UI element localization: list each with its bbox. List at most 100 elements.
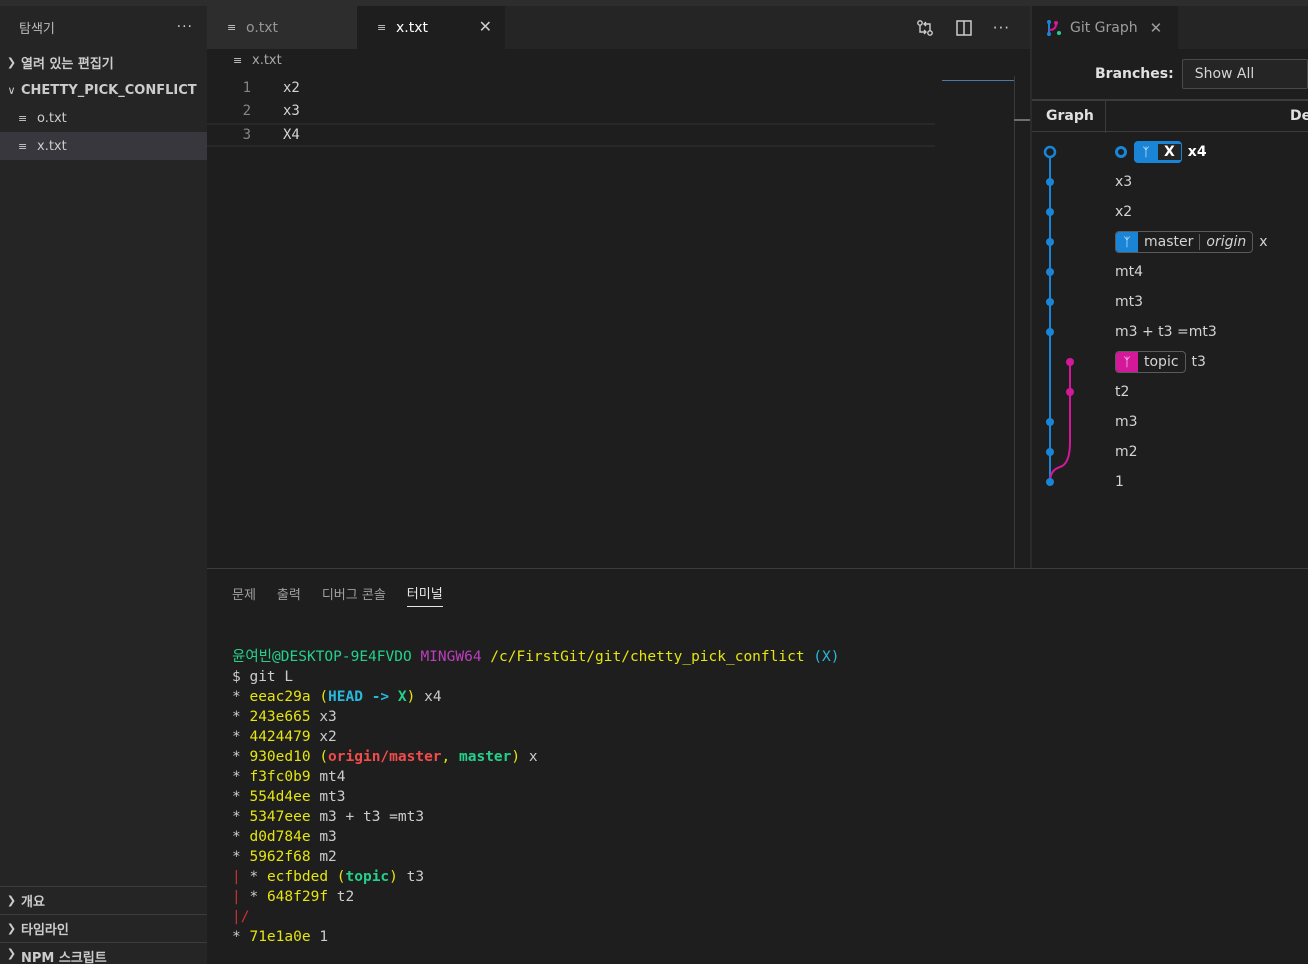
- editor-tab-bar: ≡ o.txt ≡ x.txt ✕ ···: [207, 6, 1030, 49]
- graph-prefix: *: [232, 769, 241, 785]
- chevron-right-icon: ❯: [6, 947, 17, 960]
- text-file-icon: ≡: [18, 139, 28, 153]
- scrollbar-cursor-marker: [1014, 119, 1030, 121]
- commit-node: [1046, 268, 1054, 276]
- commit-row[interactable]: m3: [1115, 407, 1138, 437]
- panel-tab-bar: 문제 출력 디버그 콘솔 터미널: [207, 569, 1308, 617]
- line-number: 2: [242, 103, 251, 120]
- more-actions-icon[interactable]: ···: [177, 19, 193, 35]
- commit-message: x4: [1187, 144, 1207, 160]
- commit-message: 1: [1115, 474, 1124, 490]
- timeline-section[interactable]: ❯ 타임라인: [0, 914, 207, 942]
- commit-row[interactable]: mt3: [1115, 287, 1143, 317]
- tab-o-txt[interactable]: ≡ o.txt: [207, 6, 357, 49]
- graph-prefix: *: [232, 929, 241, 945]
- commit-hash: eeac29a: [249, 689, 311, 705]
- bottom-panel: 문제 출력 디버그 콘솔 터미널 윤여빈@DESKTOP-9E4FVDO MIN…: [207, 568, 1308, 964]
- file-item-o-txt[interactable]: ≡ o.txt: [0, 104, 207, 132]
- git-log-line: * 554d4ee mt3: [232, 787, 840, 807]
- git-log-line: |/: [232, 907, 840, 927]
- code-editor[interactable]: 1 x2 2 x3 3 X4: [207, 76, 937, 147]
- head-indicator-icon: [1115, 146, 1127, 158]
- tab-x-txt[interactable]: ≡ x.txt ✕: [357, 6, 505, 49]
- commit-row[interactable]: mt4: [1115, 257, 1143, 287]
- commit-hash: 648f29f: [266, 889, 329, 905]
- breadcrumb[interactable]: ≡ x.txt: [233, 53, 282, 68]
- minimap[interactable]: [942, 80, 1014, 81]
- commit-graph: [1043, 145, 1074, 486]
- tab-output[interactable]: 출력: [277, 580, 301, 607]
- commit-row[interactable]: x2: [1115, 197, 1132, 227]
- graph-prefix: *: [232, 849, 241, 865]
- npm-scripts-section[interactable]: ❯ NPM 스크립트: [0, 942, 207, 964]
- commit-row[interactable]: ᛉ topic t3: [1115, 347, 1206, 377]
- git-log-line: | * 648f29f t2: [232, 887, 840, 907]
- commit-row[interactable]: ᛉ X x4: [1115, 137, 1207, 167]
- commit-row[interactable]: x3: [1115, 167, 1132, 197]
- graph-prefix: *: [232, 729, 241, 745]
- line-text: x2: [283, 79, 300, 96]
- git-log-line: * 4424479 x2: [232, 727, 840, 747]
- commit-hash: 243e665: [249, 709, 311, 725]
- commit-hash: f3fc0b9: [249, 769, 311, 785]
- git-log-line: | * ecfbded (topic) t3: [232, 867, 840, 887]
- git-log-line: * 5347eee m3 + t3 =mt3: [232, 807, 840, 827]
- line-number: 3: [242, 126, 251, 143]
- file-item-x-txt[interactable]: ≡ x.txt: [0, 132, 207, 160]
- commit-node: [1046, 298, 1054, 306]
- commit-row[interactable]: m2: [1115, 437, 1138, 467]
- tab-debug-console[interactable]: 디버그 콘솔: [322, 580, 386, 607]
- close-icon[interactable]: ✕: [479, 17, 492, 36]
- commit-hash: 4424479: [249, 729, 311, 745]
- graph-prefix: *: [232, 689, 241, 705]
- graph-prefix: |/: [232, 909, 250, 925]
- split-editor-icon[interactable]: [955, 19, 973, 37]
- compare-changes-icon[interactable]: [915, 18, 935, 38]
- commit-node: [1046, 328, 1054, 336]
- chevron-right-icon: ❯: [6, 922, 17, 935]
- npm-scripts-label: NPM 스크립트: [21, 951, 107, 964]
- code-line-current: 3 X4: [207, 123, 935, 147]
- tab-problems[interactable]: 문제: [232, 580, 256, 607]
- commit-node: [1046, 208, 1054, 216]
- commit-subject: mt4: [319, 769, 346, 785]
- prompt-path: /c/FirstGit/git/chetty_pick_conflict: [490, 649, 805, 665]
- commit-node: [1046, 448, 1054, 456]
- chevron-down-icon: ∨: [7, 83, 16, 97]
- commit-row[interactable]: m3 + t3 =mt3: [1115, 317, 1217, 347]
- line-text: X4: [283, 126, 300, 143]
- commit-row[interactable]: 1: [1115, 467, 1124, 497]
- prompt-user: 윤여빈@DESKTOP-9E4FVDO: [232, 649, 412, 665]
- open-editors-section[interactable]: ❯ 열려 있는 편집기: [0, 48, 207, 76]
- topic-branch-ref[interactable]: ᛉ topic: [1115, 351, 1186, 373]
- more-actions-icon[interactable]: ···: [993, 19, 1010, 37]
- file-name: x.txt: [37, 138, 67, 154]
- graph-prefix: *: [232, 749, 241, 765]
- commit-row[interactable]: ᛉ master origin x: [1115, 227, 1268, 257]
- tab-terminal[interactable]: 터미널: [406, 579, 443, 607]
- text-file-icon: ≡: [233, 54, 243, 67]
- head-branch-ref[interactable]: ᛉ X: [1134, 141, 1182, 163]
- git-log-line: * f3fc0b9 mt4: [232, 767, 840, 787]
- commit-refs: (origin/master, master): [319, 749, 521, 765]
- graph-prefix: | *: [232, 869, 259, 885]
- commit-subject: m2: [319, 849, 337, 865]
- commit-hash: 930ed10: [249, 749, 311, 765]
- terminal-output[interactable]: 윤여빈@DESKTOP-9E4FVDO MINGW64 /c/FirstGit/…: [232, 647, 840, 947]
- outline-section[interactable]: ❯ 개요: [0, 886, 207, 914]
- project-folder-section[interactable]: ∨ CHETTY_PICK_CONFLICT: [0, 76, 207, 104]
- prompt-branch: (X): [813, 649, 840, 665]
- commit-hash: ecfbded: [266, 869, 329, 885]
- commit-hash: 71e1a0e: [249, 929, 311, 945]
- graph-prefix: *: [232, 829, 241, 845]
- chevron-right-icon: ❯: [6, 894, 17, 907]
- file-name: o.txt: [37, 110, 67, 126]
- commit-row[interactable]: t2: [1115, 377, 1129, 407]
- git-log-line: * 243e665 x3: [232, 707, 840, 727]
- commit-message: t2: [1115, 384, 1130, 400]
- editor-scrollbar[interactable]: [1014, 76, 1015, 568]
- git-log-lines: * eeac29a (HEAD -> X) x4 * 243e665 x3 * 44…: [232, 687, 840, 947]
- text-file-icon: ≡: [377, 21, 387, 34]
- master-branch-ref[interactable]: ᛉ master origin: [1115, 231, 1254, 253]
- sidebar-bottom-sections: ❯ 개요 ❯ 타임라인 ❯ NPM 스크립트: [0, 886, 207, 964]
